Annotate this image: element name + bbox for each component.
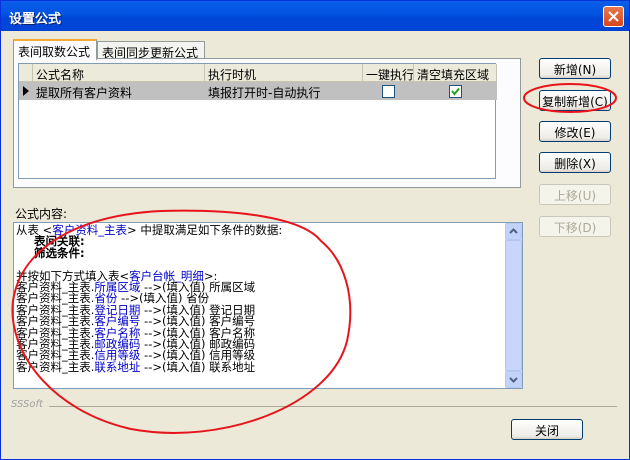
window-title: 设置公式	[9, 12, 62, 27]
grid-header: 公式名称 执行时机 一键执行 清空填充区域	[19, 64, 497, 82]
title-bar[interactable]: 设置公式	[1, 1, 629, 31]
delete-button[interactable]: 删除(X)	[539, 152, 611, 173]
formula-grid[interactable]: 公式名称 执行时机 一键执行 清空填充区域 提取所有客户资料 填报打开时-自动执…	[18, 63, 497, 179]
current-row-icon	[21, 82, 33, 100]
header-formula-name[interactable]: 公式名称	[33, 64, 205, 82]
formula-content-box[interactable]: 从表 <客户资料_主表> 中提取满足如下条件的数据: 表间关联: 筛选条件: 并按如…	[13, 222, 523, 389]
scroll-up-button[interactable]	[505, 223, 522, 240]
checkmark-icon	[451, 87, 460, 96]
formula-content-text: 从表 <客户资料_主表> 中提取满足如下条件的数据: 表间关联: 筛选条件: 并按如…	[16, 223, 506, 374]
copy-add-button[interactable]: 复制新增(C)	[539, 90, 611, 111]
chevron-up-icon	[509, 228, 518, 234]
table-row[interactable]: 提取所有客户资料 填报打开时-自动执行	[19, 82, 497, 100]
chevron-down-icon	[509, 377, 518, 383]
dialog-window: 设置公式 表间取数公式 表间同步更新公式 公式名称 执行时机 一键执行 清空填充…	[0, 0, 630, 460]
scroll-thumb[interactable]	[505, 240, 522, 371]
close-button[interactable]: 关闭	[511, 419, 583, 440]
cell-timing: 填报打开时-自动执行	[208, 86, 321, 100]
header-timing[interactable]: 执行时机	[205, 64, 363, 82]
header-clear-fill[interactable]: 清空填充区域	[414, 64, 497, 82]
cell-formula-name: 提取所有客户资料	[36, 86, 133, 100]
edit-button[interactable]: 修改(E)	[539, 121, 611, 142]
clear-fill-checkbox[interactable]	[449, 85, 462, 98]
filter-label: 筛选条件:	[34, 245, 85, 260]
footer-divider	[49, 406, 617, 407]
move-down-button[interactable]: 下移(D)	[539, 216, 611, 237]
source-line: 从表 <客户资料_主表> 中提取满足如下条件的数据:	[16, 223, 283, 237]
tab-table-sync-formula[interactable]: 表间同步更新公式	[97, 41, 205, 60]
row-indicator-header	[19, 64, 33, 82]
header-one-click[interactable]: 一键执行	[363, 64, 414, 82]
scroll-down-button[interactable]	[505, 371, 522, 388]
mapping-line: 客户资料_主表.联系地址 -->(填入值) 联系地址	[16, 359, 256, 374]
close-window-button[interactable]	[603, 6, 624, 27]
content-scrollbar[interactable]	[505, 223, 522, 388]
close-icon	[608, 11, 619, 22]
tab-panel: 公式名称 执行时机 一键执行 清空填充区域 提取所有客户资料 填报打开时-自动执…	[13, 58, 521, 188]
join-label: 表间关联:	[34, 234, 85, 249]
move-up-button[interactable]: 上移(U)	[539, 184, 611, 205]
brand-label: SSSoft	[11, 399, 43, 410]
one-click-checkbox[interactable]	[382, 85, 395, 98]
tab-table-fetch-formula[interactable]: 表间取数公式	[13, 39, 97, 60]
formula-content-label: 公式内容:	[15, 207, 68, 221]
add-button[interactable]: 新增(N)	[539, 58, 611, 79]
